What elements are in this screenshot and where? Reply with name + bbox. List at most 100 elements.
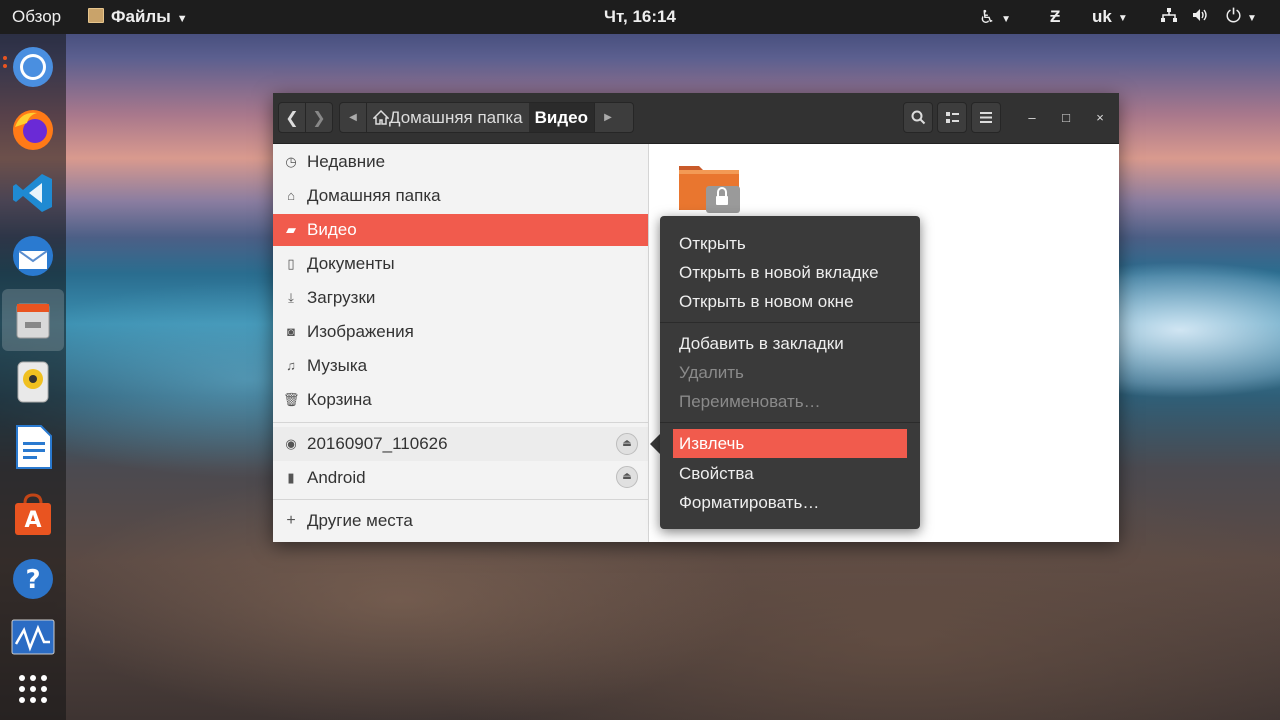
eject-icon[interactable]: ⏏ bbox=[616, 433, 638, 455]
menu-separator bbox=[660, 422, 920, 423]
sidebar-item-label: Недавние bbox=[307, 152, 386, 171]
sidebar-item-label: Изображения bbox=[307, 322, 414, 341]
power-icon: ⏻ bbox=[1226, 6, 1242, 27]
plus-icon: + bbox=[286, 512, 296, 529]
rhythmbox-icon[interactable] bbox=[8, 357, 58, 407]
zeal-indicator-icon[interactable]: Ƶ bbox=[1050, 0, 1060, 34]
help-icon[interactable]: ? bbox=[8, 554, 58, 604]
top-bar: Обзор Файлы ▼ Чт, 16:14 ♿ ▼ Ƶ uk ▼ ⏻ ▼ bbox=[0, 0, 1280, 34]
video-icon: ▰ bbox=[286, 222, 296, 237]
sidebar-item-trash[interactable]: 🗑︎ Корзина bbox=[273, 384, 648, 416]
sidebar-item-label: Домашняя папка bbox=[307, 186, 441, 205]
home-icon bbox=[373, 110, 389, 125]
minimize-button[interactable]: – bbox=[1017, 102, 1047, 133]
breadcrumb: ◀ Домашняя папка Видео ▶ bbox=[339, 102, 634, 133]
sidebar-item-label: Другие места bbox=[307, 511, 413, 530]
menu-item-eject[interactable]: Извлечь bbox=[673, 429, 907, 458]
header-bar: ❮ ❯ ◀ Домашняя папка Видео ▶ – □ × bbox=[273, 93, 1119, 144]
breadcrumb-home-label: Домашняя папка bbox=[389, 107, 523, 127]
files-app-icon bbox=[88, 8, 104, 23]
eject-icon[interactable]: ⏏ bbox=[616, 466, 638, 488]
menu-separator bbox=[660, 322, 920, 323]
menu-pointer bbox=[650, 434, 660, 454]
svg-text:A: A bbox=[24, 508, 41, 533]
context-menu: Открыть Открыть в новой вкладке Открыть … bbox=[660, 216, 920, 529]
history-nav: ❮ ❯ bbox=[278, 102, 333, 133]
download-icon: ⤓ bbox=[288, 290, 294, 305]
sidebar-item-android[interactable]: ▮ Android ⏏ bbox=[273, 462, 648, 494]
chevron-down-icon: ▼ bbox=[1001, 14, 1012, 25]
running-indicator bbox=[3, 64, 7, 68]
view-mode-button[interactable] bbox=[937, 102, 967, 133]
breadcrumb-home[interactable]: Домашняя папка bbox=[367, 103, 529, 132]
dock: A ? bbox=[0, 34, 66, 720]
app-menu[interactable]: Файлы ▼ bbox=[88, 0, 188, 34]
network-icon[interactable] bbox=[1160, 0, 1178, 34]
close-button[interactable]: × bbox=[1085, 102, 1115, 133]
sidebar-item-disc[interactable]: ◉ 20160907_110626 ⏏ bbox=[273, 427, 648, 461]
chromium-icon[interactable] bbox=[8, 42, 58, 92]
sidebar: ◷ Недавние ⌂ Домашняя папка ▰ Видео ▯ До… bbox=[273, 144, 649, 542]
menu-item-properties[interactable]: Свойства bbox=[673, 459, 907, 488]
hamburger-icon bbox=[980, 112, 992, 123]
accessibility-icon: ♿ bbox=[979, 7, 996, 27]
sidebar-item-label: Музыка bbox=[307, 356, 368, 375]
clock[interactable]: Чт, 16:14 bbox=[0, 0, 1280, 34]
sidebar-item-recent[interactable]: ◷ Недавние bbox=[273, 146, 648, 178]
menu-button[interactable] bbox=[971, 102, 1001, 133]
breadcrumb-left-arrow[interactable]: ◀ bbox=[340, 103, 367, 132]
sidebar-item-documents[interactable]: ▯ Документы bbox=[273, 248, 648, 280]
sidebar-item-downloads[interactable]: ⤓ Загрузки bbox=[273, 282, 648, 314]
search-button[interactable] bbox=[903, 102, 933, 133]
activities-button[interactable]: Обзор bbox=[12, 0, 61, 34]
chevron-down-icon: ▼ bbox=[1117, 13, 1128, 24]
system-monitor-icon[interactable] bbox=[8, 614, 58, 664]
sidebar-item-label: Документы bbox=[307, 254, 395, 273]
sidebar-item-other-locations[interactable]: + Другие места bbox=[273, 505, 648, 537]
thunderbird-icon[interactable] bbox=[8, 231, 58, 281]
menu-item-delete: Удалить bbox=[679, 363, 744, 382]
breadcrumb-right-arrow[interactable]: ▶ bbox=[593, 103, 621, 132]
keyboard-layout-menu[interactable]: uk ▼ bbox=[1092, 0, 1128, 34]
app-menu-label: Файлы bbox=[111, 7, 171, 26]
maximize-button[interactable]: □ bbox=[1051, 102, 1081, 133]
menu-item-open-new-window[interactable]: Открыть в новом окне bbox=[673, 287, 907, 316]
volume-icon[interactable] bbox=[1192, 0, 1208, 34]
search-icon bbox=[911, 110, 925, 125]
sidebar-item-pictures[interactable]: ◙ Изображения bbox=[273, 316, 648, 348]
camera-icon: ◙ bbox=[287, 324, 295, 339]
sidebar-item-home[interactable]: ⌂ Домашняя папка bbox=[273, 180, 648, 212]
phone-icon: ▮ bbox=[287, 470, 295, 485]
trash-icon: 🗑︎ bbox=[283, 392, 300, 407]
sidebar-separator bbox=[273, 499, 648, 500]
menu-item-open-new-tab[interactable]: Открыть в новой вкладке bbox=[673, 258, 907, 287]
breadcrumb-current[interactable]: Видео bbox=[528, 103, 594, 132]
accessibility-menu[interactable]: ♿ ▼ bbox=[979, 0, 1011, 34]
sidebar-item-music[interactable]: ♫ Музыка bbox=[273, 350, 648, 382]
firefox-icon[interactable] bbox=[8, 105, 58, 155]
sidebar-item-label: Корзина bbox=[307, 390, 372, 409]
keyboard-layout-label: uk bbox=[1092, 7, 1112, 26]
sidebar-item-label: Android bbox=[307, 468, 366, 487]
libreoffice-writer-icon[interactable] bbox=[8, 422, 58, 472]
power-menu[interactable]: ⏻ ▼ bbox=[1226, 0, 1257, 34]
menu-item-add-bookmark[interactable]: Добавить в закладки bbox=[673, 329, 907, 358]
back-button[interactable]: ❮ bbox=[279, 103, 305, 132]
list-view-icon bbox=[945, 112, 959, 123]
locked-folder-icon[interactable] bbox=[678, 160, 740, 213]
menu-item-format[interactable]: Форматировать… bbox=[673, 488, 907, 517]
sidebar-item-videos[interactable]: ▰ Видео bbox=[273, 214, 648, 246]
document-icon: ▯ bbox=[287, 256, 295, 271]
sidebar-separator bbox=[273, 422, 648, 423]
show-applications-icon[interactable] bbox=[8, 664, 58, 714]
forward-button[interactable]: ❯ bbox=[305, 103, 332, 132]
sidebar-item-label: Видео bbox=[307, 220, 357, 239]
clock-icon: ◷ bbox=[285, 154, 297, 169]
ubuntu-software-icon[interactable]: A bbox=[8, 489, 58, 539]
menu-item-open[interactable]: Открыть bbox=[673, 229, 907, 258]
chevron-down-icon: ▼ bbox=[176, 13, 188, 25]
disc-icon: ◉ bbox=[285, 436, 297, 451]
vscode-icon[interactable] bbox=[8, 168, 58, 218]
files-icon[interactable] bbox=[2, 289, 64, 351]
svg-text:?: ? bbox=[25, 565, 40, 595]
